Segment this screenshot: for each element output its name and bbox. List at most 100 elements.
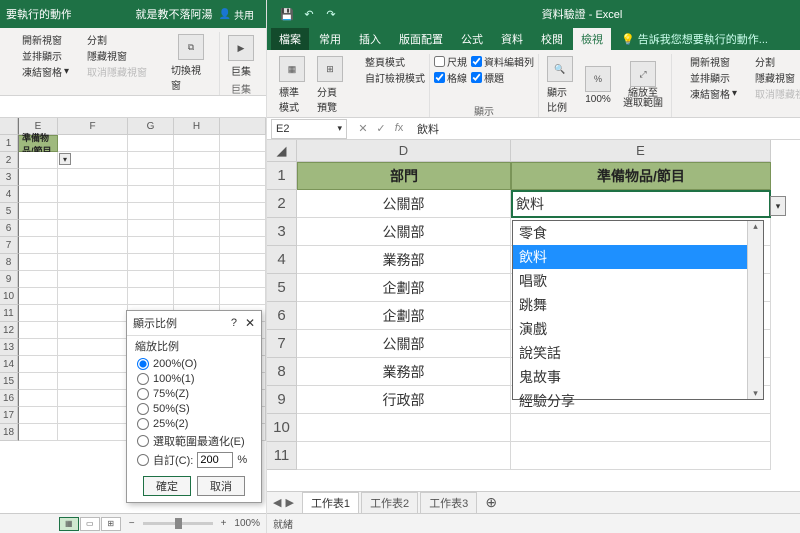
row-4[interactable]: 4 xyxy=(267,246,297,274)
formula-value[interactable]: 飲料 xyxy=(411,121,800,137)
freeze-panes[interactable]: 凍結窗格 ▾ xyxy=(8,64,69,79)
row-6[interactable]: 6 xyxy=(267,302,297,330)
dropdown-item[interactable]: 零食 xyxy=(513,221,747,245)
zoom-button[interactable]: 🔍顯示比例 xyxy=(543,54,577,116)
fx-icon[interactable]: fx xyxy=(391,122,407,135)
dropdown-arrow-icon[interactable]: ▾ xyxy=(59,153,71,165)
arrange2[interactable]: 並排顯示 xyxy=(676,70,737,85)
opt-fit[interactable]: 選取範圍最適化(E) xyxy=(137,433,251,449)
help-icon[interactable]: ? xyxy=(231,317,237,329)
col-D[interactable]: D xyxy=(297,140,511,162)
header-D[interactable]: 部門 xyxy=(297,162,511,190)
dropdown-item[interactable]: 說笑話 xyxy=(513,341,747,365)
page-layout[interactable]: 整頁模式 xyxy=(351,54,425,69)
row-11[interactable]: 11 xyxy=(267,442,297,470)
cell[interactable]: 飲料▾ xyxy=(511,190,771,218)
pagebreak-view[interactable]: ⊞分頁預覽 xyxy=(313,54,347,116)
name-box[interactable]: E2▾ xyxy=(271,119,347,139)
hide2[interactable]: 隱藏視窗 xyxy=(741,70,800,85)
share-button[interactable]: 👤 共用 xyxy=(213,7,260,22)
header-cell[interactable]: 準備物品/節目 xyxy=(18,135,58,152)
left-sheet[interactable]: E F G H 1 準備物品/節目 2 ▾ 345678910111213141… xyxy=(0,118,266,513)
tab-prev-icon[interactable]: ◀ xyxy=(273,496,281,509)
chk-ruler[interactable]: 尺規 xyxy=(434,54,467,69)
col-F[interactable]: F xyxy=(58,118,128,135)
cell[interactable]: 公關部 xyxy=(297,330,511,358)
row-9[interactable]: 9 xyxy=(267,386,297,414)
select-all[interactable] xyxy=(0,118,18,135)
cell[interactable]: 業務部 xyxy=(297,358,511,386)
view-buttons[interactable]: ▦▭⊞ xyxy=(59,517,121,531)
unhide2[interactable]: 取消隱藏視窗 xyxy=(741,86,800,101)
save-icon[interactable]: 💾 xyxy=(279,6,295,22)
switch-window[interactable]: ⧉切換視窗 xyxy=(167,32,215,94)
cell[interactable]: 企劃部 xyxy=(297,274,511,302)
cancel-fx-icon[interactable]: ✕ xyxy=(355,122,371,135)
scrollbar[interactable]: ▴▾ xyxy=(747,221,763,399)
opt-custom[interactable]: 自訂(C):% xyxy=(137,452,251,468)
opt-100[interactable]: 100%(1) xyxy=(137,373,251,385)
tell-me[interactable]: 💡 告訴我您想要執行的動作... xyxy=(613,28,776,50)
tab-review[interactable]: 校閱 xyxy=(533,28,571,50)
icon[interactable] xyxy=(151,45,163,55)
cell[interactable]: 行政部 xyxy=(297,386,511,414)
close-icon[interactable]: ✕ xyxy=(245,316,255,330)
ok-button[interactable]: 確定 xyxy=(143,476,191,496)
dropdown-item[interactable]: 唱歌 xyxy=(513,269,747,293)
col-E[interactable]: E xyxy=(511,140,771,162)
zoom-to-sel[interactable]: ⤢縮放至 選取範圍 xyxy=(619,54,667,116)
chk-grid[interactable]: 格線 xyxy=(434,70,467,85)
chk-headings[interactable]: 標題 xyxy=(471,70,534,85)
undo-icon[interactable]: ↶ xyxy=(301,6,317,22)
zoom-minus-icon[interactable]: − xyxy=(129,518,135,529)
dropdown-item[interactable]: 鬼故事 xyxy=(513,365,747,389)
cell[interactable] xyxy=(297,442,511,470)
enter-fx-icon[interactable]: ✓ xyxy=(373,122,389,135)
freeze2[interactable]: 凍結窗格 ▾ xyxy=(676,86,737,101)
dropdown-item[interactable]: 跳舞 xyxy=(513,293,747,317)
row-10[interactable]: 10 xyxy=(267,414,297,442)
split2[interactable]: 分割 xyxy=(741,54,800,69)
row-2[interactable]: 2 xyxy=(267,190,297,218)
header-E[interactable]: 準備物品/節目 xyxy=(511,162,771,190)
dropdown-item[interactable]: 飲料 xyxy=(513,245,747,269)
hide-window[interactable]: 隱藏視窗 xyxy=(73,48,147,63)
row-5[interactable]: 5 xyxy=(267,274,297,302)
sheet-tab-2[interactable]: 工作表2 xyxy=(361,492,418,513)
cell-dropdown-icon[interactable]: ▾ xyxy=(770,196,786,216)
unhide-window[interactable]: 取消隱藏視窗 xyxy=(73,64,147,79)
redo-icon[interactable]: ↷ xyxy=(323,6,339,22)
chk-fbar[interactable]: 資料編輯列 xyxy=(471,54,534,69)
tab-file[interactable]: 檔案 xyxy=(271,28,309,50)
tab-insert[interactable]: 插入 xyxy=(351,28,389,50)
cell[interactable] xyxy=(511,442,771,470)
tab-view[interactable]: 檢視 xyxy=(573,28,611,50)
zoom-pct[interactable]: 100% xyxy=(234,518,260,529)
opt-200[interactable]: 200%(O) xyxy=(137,358,251,370)
cell[interactable]: 公關部 xyxy=(297,218,511,246)
new-window[interactable]: 開新視窗 xyxy=(8,32,69,47)
tab-next-icon[interactable]: ▶ xyxy=(285,496,293,509)
add-sheet-icon[interactable]: ⊕ xyxy=(479,494,503,511)
zoom-plus-icon[interactable]: + xyxy=(221,518,227,529)
sheet-tab-3[interactable]: 工作表3 xyxy=(420,492,477,513)
cancel-button[interactable]: 取消 xyxy=(197,476,245,496)
normal-view[interactable]: ▦標準模式 xyxy=(275,54,309,116)
custom-view[interactable]: 自訂檢視模式 xyxy=(351,70,425,85)
col-H[interactable]: H xyxy=(174,118,220,135)
opt-50[interactable]: 50%(S) xyxy=(137,403,251,415)
new-window2[interactable]: 開新視窗 xyxy=(676,54,737,69)
dropdown-item[interactable]: 演戲 xyxy=(513,317,747,341)
row-1[interactable]: 1 xyxy=(0,135,18,152)
opt-75[interactable]: 75%(Z) xyxy=(137,388,251,400)
custom-zoom-input[interactable] xyxy=(197,452,233,468)
row-3[interactable]: 3 xyxy=(267,218,297,246)
opt-25[interactable]: 25%(2) xyxy=(137,418,251,430)
tab-layout[interactable]: 版面配置 xyxy=(391,28,451,50)
cell[interactable]: 企劃部 xyxy=(297,302,511,330)
chevron-down-icon[interactable]: ▾ xyxy=(337,123,342,134)
select-all[interactable]: ◢ xyxy=(267,140,297,162)
tab-formulas[interactable]: 公式 xyxy=(453,28,491,50)
split[interactable]: 分割 xyxy=(73,32,147,47)
tab-home[interactable]: 常用 xyxy=(311,28,349,50)
